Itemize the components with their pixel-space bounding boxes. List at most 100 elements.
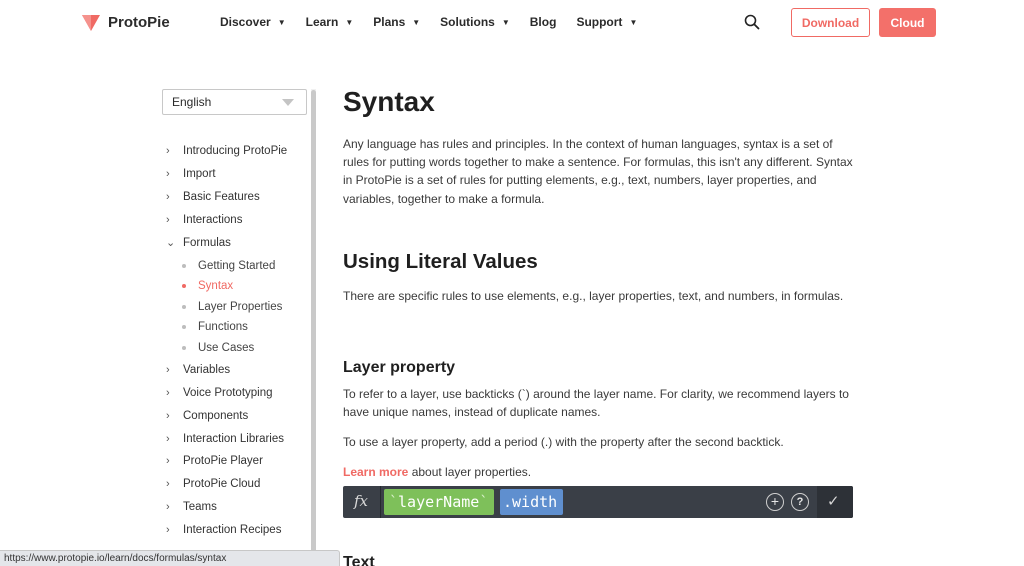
layer-paragraph-1: To refer to a layer, use backticks (`) a…: [343, 387, 849, 420]
learn-more-paragraph: Learn more about layer properties.: [343, 463, 853, 481]
nav-solutions-label: Solutions: [440, 15, 495, 29]
page-title: Syntax: [343, 86, 435, 117]
chevron-right-icon: ›: [166, 524, 170, 536]
nav-support[interactable]: Support ▼: [576, 15, 637, 29]
sidebar-item-label: Interaction Recipes: [183, 524, 282, 536]
sidebar-item-components[interactable]: › Components: [166, 410, 248, 422]
chevron-right-icon: ›: [166, 478, 170, 490]
section-intro-paragraph: There are specific rules to use elements…: [343, 289, 844, 303]
caret-down-icon: ▼: [412, 17, 421, 27]
sidebar-item-interaction-recipes[interactable]: › Interaction Recipes: [166, 524, 281, 536]
sidebar-item-label: Voice Prototyping: [183, 387, 273, 399]
sidebar-subitem-label: Getting Started: [198, 260, 276, 272]
sidebar-item-formulas[interactable]: ⌄ Formulas: [166, 236, 231, 250]
subsection-title: Layer property: [343, 359, 456, 376]
sidebar-item-label: Formulas: [183, 236, 231, 249]
chevron-right-icon: ›: [166, 364, 170, 376]
nav-blog[interactable]: Blog: [530, 15, 557, 29]
language-select[interactable]: English: [162, 89, 307, 115]
sidebar-subitem-layer-properties[interactable]: Layer Properties: [182, 301, 282, 313]
sidebar-item-introducing-protopie[interactable]: › Introducing ProtoPie: [166, 145, 287, 157]
main-nav: Discover ▼ Learn ▼ Plans ▼ Solutions ▼ B…: [220, 0, 657, 44]
caret-down-icon: ▼: [277, 17, 286, 27]
add-circle-icon[interactable]: +: [766, 493, 784, 511]
sidebar-item-variables[interactable]: › Variables: [166, 364, 230, 376]
nav-discover-label: Discover: [220, 15, 271, 29]
nav-support-label: Support: [576, 15, 623, 29]
cloud-button[interactable]: Cloud: [879, 8, 936, 37]
protopie-logo[interactable]: ProtoPie: [80, 11, 170, 33]
sidebar-item-label: Teams: [183, 501, 217, 513]
chevron-right-icon: ›: [166, 433, 170, 445]
sidebar-item-label: Basic Features: [183, 191, 260, 203]
section-title: Using Literal Values: [343, 250, 538, 273]
sidebar-item-protopie-cloud[interactable]: › ProtoPie Cloud: [166, 478, 260, 490]
protopie-logo-mark-icon: [80, 11, 102, 33]
nav-plans-label: Plans: [373, 15, 406, 29]
caret-down-icon: ▼: [345, 17, 354, 27]
learn-more-rest: about layer properties.: [408, 465, 532, 479]
sidebar-subitem-getting-started[interactable]: Getting Started: [182, 260, 275, 272]
chevron-right-icon: ›: [166, 387, 170, 399]
sidebar-item-import[interactable]: › Import: [166, 168, 216, 180]
sidebar-item-protopie-player[interactable]: › ProtoPie Player: [166, 455, 263, 467]
sidebar-item-teams[interactable]: › Teams: [166, 501, 217, 513]
sidebar-item-voice-prototyping[interactable]: › Voice Prototyping: [166, 387, 273, 399]
nav-plans[interactable]: Plans ▼: [373, 15, 420, 29]
chevron-right-icon: ›: [166, 214, 170, 226]
backtick-glyph: `: [389, 493, 399, 511]
sidebar-scrollbar-thumb[interactable]: [311, 90, 316, 566]
backtick-glyph: `: [479, 493, 489, 511]
nav-learn-label: Learn: [305, 15, 339, 29]
bullet-dot-icon: [182, 264, 186, 268]
caret-down-icon: ▼: [501, 17, 510, 27]
search-icon[interactable]: [744, 14, 760, 30]
sidebar-item-label: ProtoPie Cloud: [183, 478, 261, 490]
dropdown-caret-icon: [282, 99, 294, 106]
learn-more-link[interactable]: Learn more: [343, 465, 408, 479]
chevron-right-icon: ›: [166, 191, 170, 203]
sidebar-item-label: ProtoPie Player: [183, 455, 263, 467]
sidebar-item-label: Variables: [183, 364, 231, 376]
chevron-right-icon: ›: [166, 455, 170, 467]
property-token[interactable]: .width: [500, 489, 564, 515]
chevron-right-icon: ›: [166, 168, 170, 180]
nav-discover[interactable]: Discover ▼: [220, 15, 286, 29]
fx-divider: [380, 486, 381, 518]
bullet-dot-icon: [182, 346, 186, 350]
sidebar-subitem-label: Use Cases: [198, 342, 255, 354]
next-section-title: Text: [343, 554, 375, 566]
bullet-dot-icon: [182, 305, 186, 309]
download-button[interactable]: Download: [791, 8, 870, 37]
sidebar-subitem-functions[interactable]: Functions: [182, 321, 248, 333]
caret-down-icon: ▼: [629, 17, 638, 27]
sidebar-subitem-syntax[interactable]: Syntax: [182, 280, 233, 292]
sidebar-subitem-label: Syntax: [198, 280, 234, 292]
sidebar-item-label: Components: [183, 410, 249, 422]
nav-blog-label: Blog: [529, 15, 557, 29]
chevron-right-icon: ›: [166, 145, 170, 157]
layer-paragraph-2: To use a layer property, add a period (.…: [343, 435, 784, 449]
check-icon: ✓: [827, 493, 840, 510]
nav-solutions[interactable]: Solutions ▼: [440, 15, 510, 29]
language-select-value: English: [172, 95, 212, 109]
sidebar-subitem-label: Layer Properties: [198, 301, 283, 313]
sidebar-subitem-label: Functions: [198, 321, 248, 333]
brand-name: ProtoPie: [108, 13, 170, 31]
sidebar-item-basic-features[interactable]: › Basic Features: [166, 191, 260, 203]
chevron-right-icon: ›: [166, 501, 170, 513]
sidebar-item-interactions[interactable]: › Interactions: [166, 214, 242, 226]
top-header: ProtoPie Discover ▼ Learn ▼ Plans ▼ Solu…: [0, 0, 1024, 44]
sidebar-item-label: Interaction Libraries: [183, 433, 284, 445]
layer-token[interactable]: ` layerName `: [384, 489, 495, 515]
bullet-dot-icon: [182, 325, 186, 329]
sidebar-item-interaction-libraries[interactable]: › Interaction Libraries: [166, 433, 284, 445]
sidebar-item-label: Import: [183, 168, 216, 180]
layer-token-label: layerName: [398, 493, 480, 511]
sidebar-item-label: Interactions: [183, 214, 243, 226]
help-circle-icon[interactable]: ?: [791, 493, 809, 511]
nav-learn[interactable]: Learn ▼: [306, 15, 354, 29]
fx-icon: fx: [354, 492, 369, 510]
sidebar-subitem-use-cases[interactable]: Use Cases: [182, 342, 254, 354]
browser-status-url: https://www.protopie.io/learn/docs/formu…: [0, 550, 340, 566]
